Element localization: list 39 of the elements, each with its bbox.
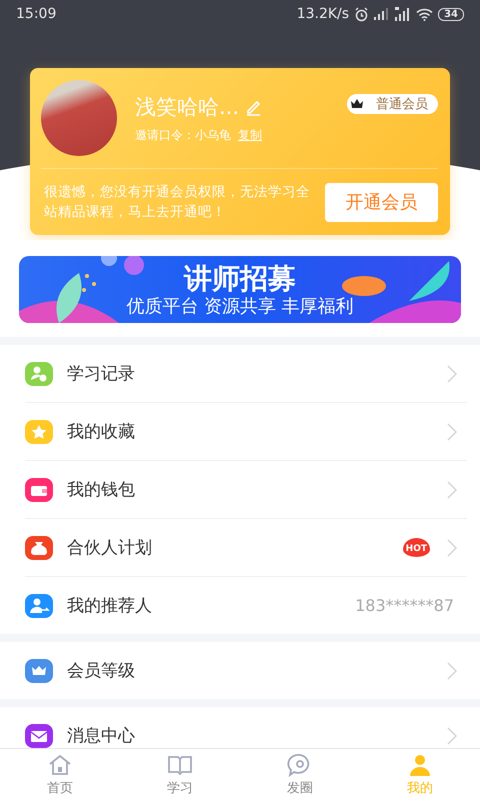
chevron-right-icon <box>447 480 457 498</box>
tab-item[interactable]: 首页 <box>0 749 120 800</box>
chevron-right-icon <box>447 662 457 680</box>
menu-label: 我的钱包 <box>67 479 136 501</box>
menu-item[interactable]: 合伙人计划 HOT <box>25 519 467 577</box>
referrer-phone: 183******87 <box>355 596 454 615</box>
menu-label: 合伙人计划 <box>67 537 153 559</box>
battery-indicator: 34 <box>438 8 464 20</box>
chevron-right-icon <box>447 726 457 744</box>
menu-item[interactable]: 我的收藏 <box>25 403 467 461</box>
signal-icon <box>395 7 412 21</box>
notice-text: 很遗憾，您没有开通会员权限，无法学习全站精品课程，马上去开通吧！ <box>44 183 311 222</box>
network-speed: 13.2K/s <box>296 6 350 22</box>
wifi-icon <box>416 8 434 20</box>
user-name: 浅笑哈哈... <box>135 94 240 120</box>
menu-label: 我的收藏 <box>67 421 136 443</box>
menu-item[interactable]: 我的钱包 <box>25 461 467 519</box>
banner-subtitle: 优质平台 资源共享 丰厚福利 <box>126 296 354 318</box>
banner-title: 讲师招募 <box>184 262 296 296</box>
status-time: 15:09 <box>16 6 56 22</box>
tab-item[interactable]: 发圈 <box>240 749 360 800</box>
menu-label: 会员等级 <box>67 660 136 682</box>
home-icon <box>47 752 73 776</box>
menu-label: 学习记录 <box>67 363 136 385</box>
menu-item[interactable]: 我的推荐人 183******87 <box>25 577 467 634</box>
chevron-right-icon <box>447 364 457 382</box>
banner[interactable]: 讲师招募 优质平台 资源共享 丰厚福利 <box>19 256 461 323</box>
hot-badge: HOT <box>402 538 430 557</box>
member-level: 普通会员 <box>376 96 428 113</box>
tab-item[interactable]: 学习 <box>120 749 240 800</box>
menu-item[interactable]: 学习记录 <box>25 345 467 403</box>
invite-code: 邀请口令：小乌龟 <box>135 126 231 144</box>
alarm-icon <box>354 6 370 22</box>
signal-icon <box>374 8 390 20</box>
chevron-right-icon <box>447 538 457 556</box>
person-icon <box>407 752 433 776</box>
menu-label: 我的推荐人 <box>67 595 153 617</box>
chevron-right-icon <box>447 422 457 440</box>
menu-label: 消息中心 <box>67 725 136 747</box>
